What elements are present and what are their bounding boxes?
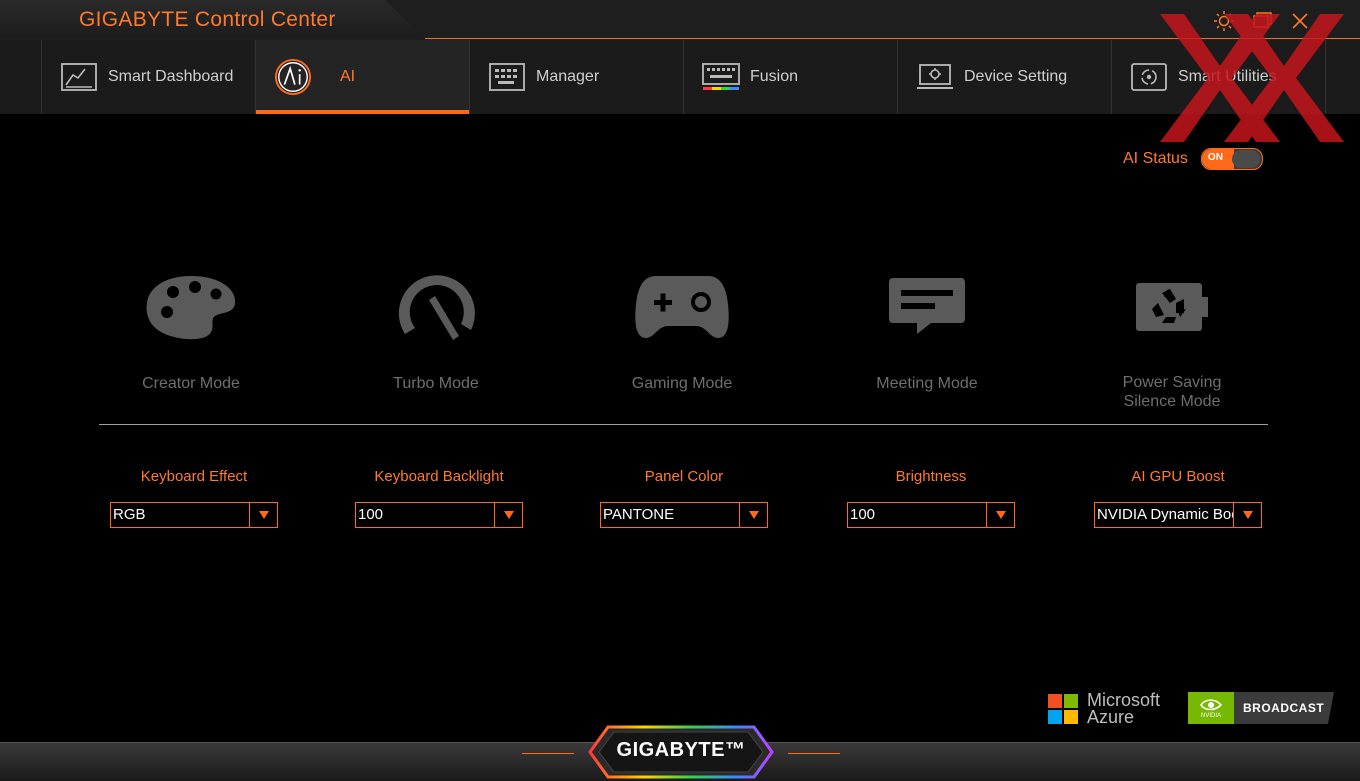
xx-watermark: [1160, 14, 1345, 142]
microsoft-azure-logo: Microsoft Azure: [1048, 691, 1160, 727]
bottom-accent-line-left: [522, 753, 574, 754]
tab-manager[interactable]: Manager: [469, 40, 683, 114]
nvidia-small-text: NVIDIA: [1200, 712, 1221, 719]
setting-panel-color: Panel Color PANTONE: [600, 468, 768, 528]
broadcast-text: BROADCAST: [1243, 701, 1325, 715]
mode-meeting[interactable]: Meeting Mode: [827, 262, 1027, 393]
mode-label: Meeting Mode: [876, 375, 978, 392]
tab-label: AI: [340, 68, 356, 85]
brightness-select[interactable]: 100: [847, 502, 1015, 528]
setting-label: Panel Color: [644, 468, 724, 485]
select-value: PANTONE: [603, 506, 675, 523]
setting-label: Keyboard Backlight: [374, 468, 504, 485]
nvidia-eye-icon: NVIDIA: [1188, 692, 1234, 724]
keyboard-backlight-select[interactable]: 100: [355, 502, 523, 528]
tab-ai[interactable]: AI: [255, 40, 469, 114]
toggle-knob: [1231, 150, 1260, 168]
mode-label: Turbo Mode: [393, 375, 479, 392]
chevron-down-icon[interactable]: [986, 503, 1014, 527]
ai-status: AI Status ON: [1123, 148, 1263, 170]
mode-turbo[interactable]: Turbo Mode: [336, 262, 536, 393]
setting-label: AI GPU Boost: [1131, 468, 1225, 485]
tab-label: Manager: [536, 68, 600, 85]
chevron-down-icon[interactable]: [1233, 503, 1261, 527]
recycle-battery-icon: [1072, 262, 1272, 352]
keyboard-grid-icon: [488, 62, 526, 92]
setting-brightness: Brightness 100: [847, 468, 1015, 528]
title-bar: GIGABYTE Control Center: [0, 0, 1360, 40]
microsoft-logo-icon: [1048, 694, 1078, 724]
active-tab-indicator: [256, 110, 469, 114]
laptop-gear-icon: [916, 62, 954, 92]
chevron-down-icon[interactable]: [494, 503, 522, 527]
setting-keyboard-backlight: Keyboard Backlight 100: [355, 468, 523, 528]
mode-power-saving[interactable]: Power Saving Silence Mode: [1072, 262, 1272, 411]
panel-color-select[interactable]: PANTONE: [600, 502, 768, 528]
setting-ai-gpu-boost: AI GPU Boost NVIDIA Dynamic Boost: [1094, 468, 1262, 528]
bottom-accent-line-right: [788, 753, 840, 754]
chat-bubble-icon: [827, 262, 1027, 352]
toggle-on-text: ON: [1207, 152, 1223, 163]
mode-label: Gaming Mode: [631, 375, 733, 392]
setting-label: Keyboard Effect: [140, 468, 248, 485]
main-tab-bar: Smart Dashboard AI Manager Fusion Device…: [0, 40, 1360, 114]
mode-label: Creator Mode: [142, 375, 240, 392]
setting-label: Brightness: [895, 468, 967, 485]
mode-creator[interactable]: Creator Mode: [91, 262, 291, 393]
gigabyte-brand-badge: GIGABYTE™: [588, 725, 774, 779]
keyboard-effect-select[interactable]: RGB: [110, 502, 278, 528]
mode-gaming[interactable]: Gaming Mode: [582, 262, 782, 393]
nvidia-broadcast-logo: NVIDIA BROADCAST: [1188, 692, 1334, 724]
select-value: 100: [850, 506, 876, 523]
tab-label: Fusion: [750, 68, 799, 85]
ai-status-toggle[interactable]: ON: [1200, 148, 1263, 170]
speedometer-icon: [336, 262, 536, 352]
select-value: 100: [358, 506, 384, 523]
app-title: GIGABYTE Control Center: [79, 8, 336, 31]
dashboard-icon: [60, 62, 98, 92]
microsoft-azure-text: Microsoft Azure: [1087, 691, 1160, 727]
rgb-keyboard-icon: [702, 62, 740, 92]
ai-icon: [274, 58, 312, 96]
setting-keyboard-effect: Keyboard Effect RGB: [110, 468, 278, 528]
mode-label: Power Saving Silence Mode: [1122, 374, 1222, 410]
tab-label: Smart Dashboard: [108, 68, 234, 85]
tab-fusion[interactable]: Fusion: [683, 40, 897, 114]
ai-gpu-boost-select[interactable]: NVIDIA Dynamic Boost: [1094, 502, 1262, 528]
gigabyte-brand-text: GIGABYTE™: [616, 739, 746, 761]
chevron-down-icon[interactable]: [249, 503, 277, 527]
azure-text: Azure: [1087, 707, 1135, 727]
select-value: RGB: [113, 506, 146, 523]
chevron-down-icon[interactable]: [739, 503, 767, 527]
app-window: GIGABYTE Control Center Smart Dashboard …: [0, 0, 1360, 781]
tab-smart-dashboard[interactable]: Smart Dashboard: [41, 40, 255, 114]
palette-icon: [91, 262, 291, 352]
section-divider: [99, 424, 1268, 425]
gamepad-icon: [582, 262, 782, 352]
ai-status-label: AI Status: [1123, 150, 1188, 167]
tab-label: Device Setting: [964, 68, 1068, 85]
tab-device-setting[interactable]: Device Setting: [897, 40, 1111, 114]
select-value: NVIDIA Dynamic Boost: [1097, 506, 1233, 523]
